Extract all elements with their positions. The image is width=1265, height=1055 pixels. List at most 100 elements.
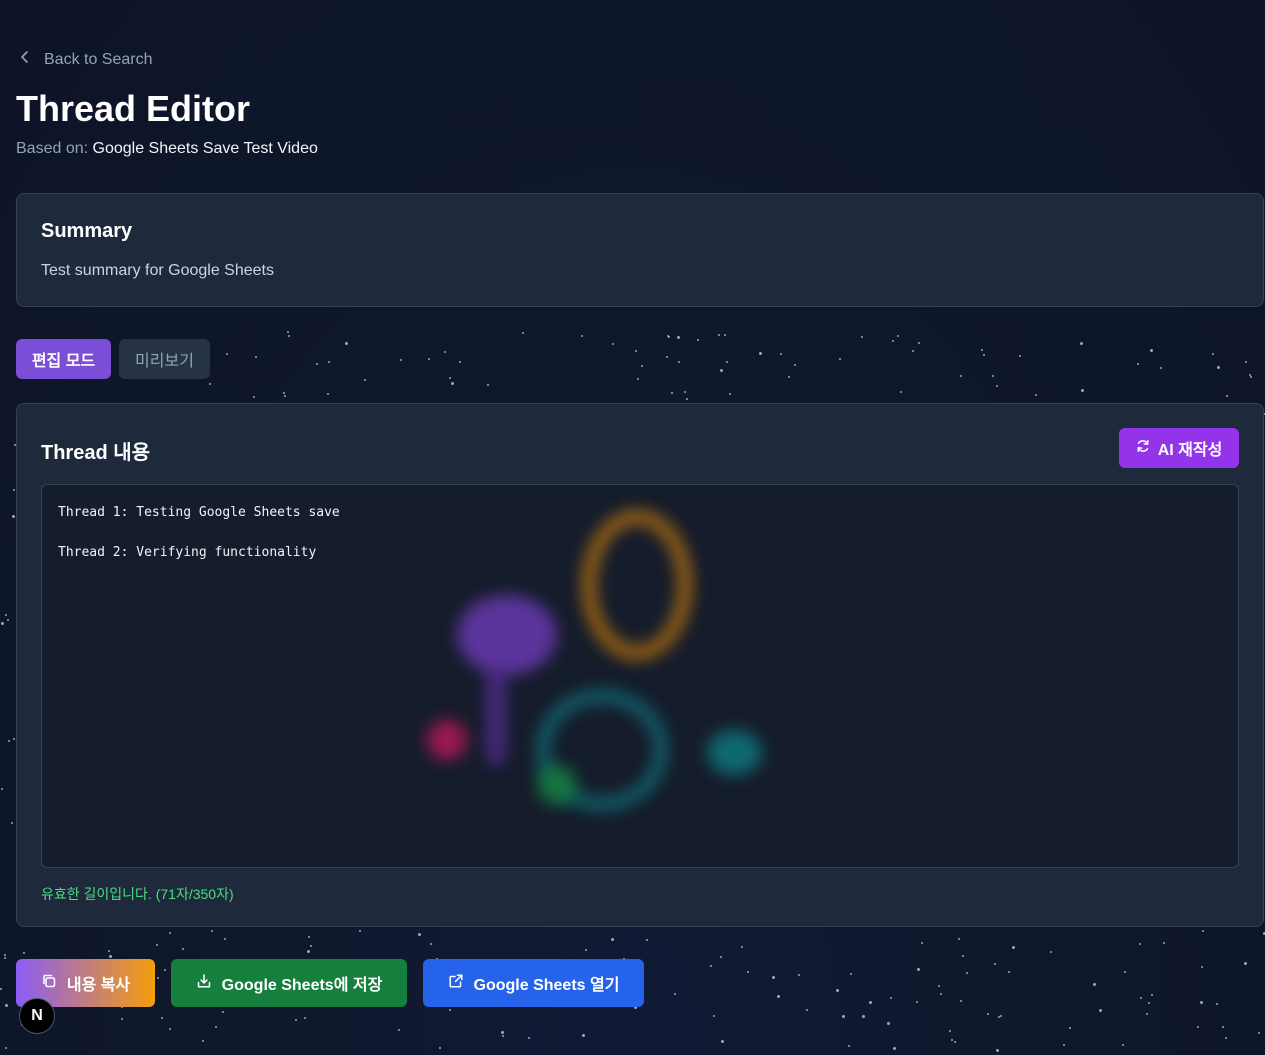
- star: [1200, 1001, 1204, 1005]
- decorative-glow: [707, 730, 762, 775]
- star: [4, 613, 7, 616]
- star: [1212, 352, 1215, 355]
- ai-rewrite-label: AI 재작성: [1157, 442, 1223, 459]
- star: [458, 361, 461, 364]
- thread-line: [58, 523, 340, 543]
- star: [1150, 348, 1154, 352]
- external-link-icon: [448, 973, 464, 994]
- star: [1050, 951, 1053, 954]
- star: [1123, 971, 1126, 974]
- star: [862, 1014, 866, 1018]
- star: [759, 352, 763, 356]
- star: [13, 737, 16, 740]
- copy-label: 내용 복사: [66, 977, 131, 994]
- star: [788, 375, 791, 378]
- star: [438, 1047, 441, 1050]
- star: [868, 1001, 872, 1005]
- star: [1098, 1008, 1102, 1012]
- thread-textarea[interactable]: Thread 1: Testing Google Sheets save Thr…: [41, 484, 1239, 868]
- star: [981, 348, 984, 351]
- dev-tools-badge[interactable]: N: [19, 998, 55, 1034]
- star: [917, 341, 920, 344]
- star: [449, 377, 452, 380]
- star: [287, 334, 290, 337]
- star: [728, 393, 731, 396]
- star: [12, 488, 15, 491]
- star: [899, 390, 902, 393]
- star: [1160, 366, 1163, 369]
- star: [1196, 1026, 1199, 1029]
- star: [983, 353, 986, 356]
- star: [665, 356, 668, 359]
- star: [779, 353, 782, 356]
- star: [444, 350, 447, 353]
- star: [486, 383, 489, 386]
- star: [961, 955, 964, 958]
- star: [610, 937, 614, 941]
- star: [912, 349, 915, 352]
- back-to-search-link[interactable]: Back to Search: [18, 50, 153, 69]
- star: [999, 1014, 1002, 1017]
- star: [501, 1034, 504, 1037]
- star: [225, 352, 228, 355]
- star: [1069, 1026, 1072, 1029]
- star: [916, 968, 920, 972]
- star: [677, 360, 680, 363]
- star: [1092, 982, 1096, 986]
- star: [892, 1047, 896, 1051]
- star: [4, 957, 7, 960]
- star: [4, 1047, 7, 1050]
- star: [1200, 966, 1203, 969]
- star: [896, 335, 899, 338]
- thread-text: Thread 1: Testing Google Sheets save Thr…: [58, 503, 340, 563]
- star: [957, 938, 960, 940]
- star: [1121, 1043, 1124, 1046]
- star: [22, 951, 25, 954]
- star: [685, 397, 688, 400]
- save-to-sheets-button[interactable]: Google Sheets에 저장: [171, 959, 407, 1007]
- star: [8, 740, 11, 743]
- tab-edit-mode[interactable]: 편집 모드: [16, 339, 111, 379]
- star: [965, 972, 968, 975]
- decorative-glow: [457, 595, 557, 675]
- star: [673, 993, 676, 996]
- based-on-label: Based on:: [16, 140, 89, 157]
- star: [107, 949, 110, 952]
- star: [448, 1008, 451, 1011]
- star: [164, 969, 167, 972]
- star: [1019, 354, 1022, 357]
- open-sheets-button[interactable]: Google Sheets 열기: [423, 959, 644, 1007]
- summary-text: Test summary for Google Sheets: [41, 262, 274, 279]
- star: [995, 384, 998, 387]
- star: [959, 374, 962, 377]
- star: [1138, 942, 1141, 945]
- star: [501, 1030, 505, 1034]
- star: [253, 395, 256, 398]
- tab-preview[interactable]: 미리보기: [119, 339, 210, 379]
- page-title: Thread Editor: [16, 88, 251, 129]
- star: [181, 947, 184, 950]
- star: [7, 619, 10, 622]
- page: Back to Search Thread Editor Based on: G…: [0, 0, 1265, 1055]
- star: [221, 1010, 224, 1013]
- star: [723, 333, 726, 336]
- star: [996, 1048, 1000, 1052]
- star: [430, 942, 433, 945]
- star: [1080, 389, 1084, 393]
- star: [940, 993, 943, 996]
- star: [677, 336, 681, 340]
- ai-rewrite-button[interactable]: AI 재작성: [1119, 428, 1239, 468]
- source-video-title: Google Sheets Save Test Video: [92, 140, 318, 157]
- star: [1011, 946, 1015, 950]
- star: [721, 1039, 725, 1043]
- star: [108, 955, 112, 959]
- star: [1216, 1003, 1219, 1006]
- star: [891, 339, 894, 342]
- star: [951, 1038, 954, 1041]
- star: [949, 1030, 951, 1033]
- star: [156, 944, 159, 947]
- length-validation-message: 유효한 길이입니다. (71자/350자): [41, 886, 234, 902]
- star: [645, 939, 648, 942]
- star: [797, 974, 800, 977]
- download-icon: [196, 973, 212, 994]
